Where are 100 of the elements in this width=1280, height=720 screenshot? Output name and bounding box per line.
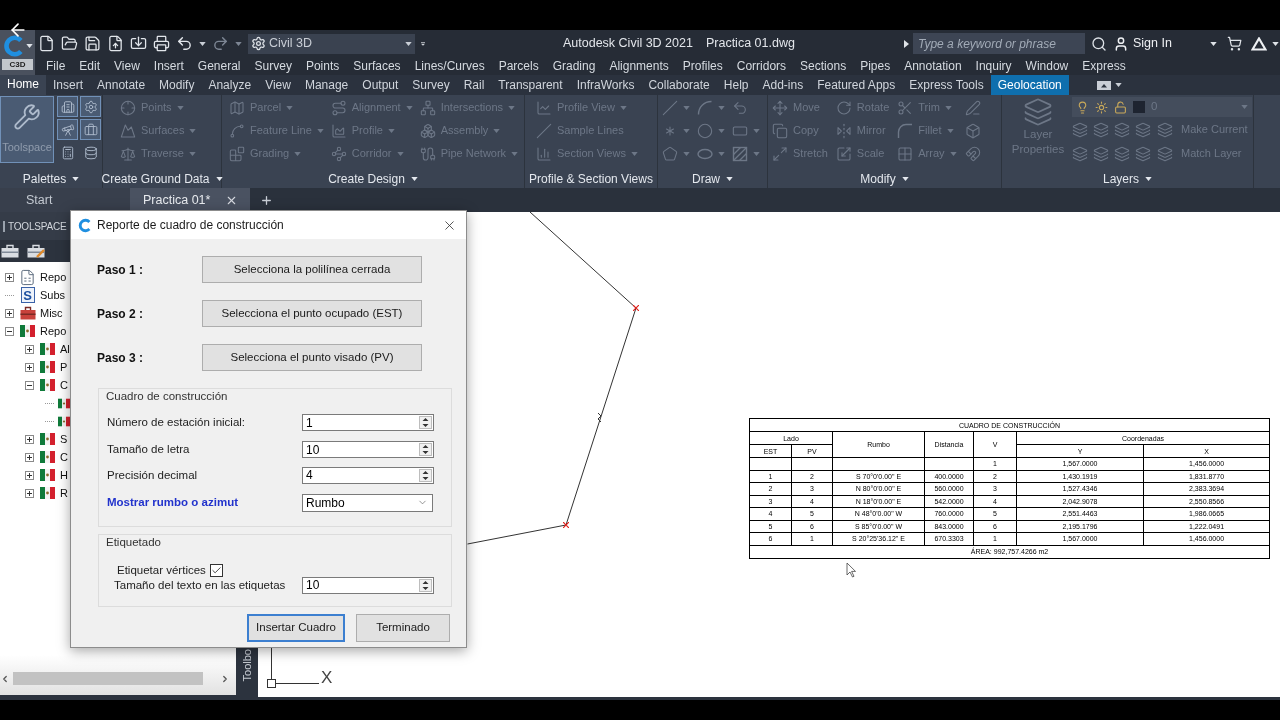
dialog-button[interactable]: Terminado bbox=[356, 614, 450, 642]
menu-item[interactable]: Express bbox=[1082, 58, 1126, 74]
menu-item[interactable]: Alignments bbox=[609, 58, 669, 74]
number-field[interactable]: 4 bbox=[302, 466, 434, 484]
file-tab[interactable]: Start bbox=[0, 188, 130, 212]
plus-box-icon[interactable] bbox=[4, 272, 14, 282]
scroll-right-icon[interactable] bbox=[220, 673, 230, 684]
toolbox-icon[interactable] bbox=[1, 244, 19, 258]
plus-box-icon[interactable] bbox=[24, 362, 34, 372]
panel-title-button[interactable]: Palettes bbox=[22, 170, 80, 188]
number-field[interactable]: 10 bbox=[302, 576, 434, 594]
tree-item[interactable]: Repo bbox=[40, 322, 67, 340]
palette-toggle[interactable] bbox=[57, 96, 78, 117]
menu-item[interactable]: Profiles bbox=[682, 58, 723, 74]
tree-item[interactable]: S bbox=[60, 430, 68, 448]
menu-item[interactable]: Window bbox=[1025, 58, 1069, 74]
menu-item[interactable]: View bbox=[114, 58, 140, 74]
plus-box-icon[interactable] bbox=[24, 470, 34, 480]
menu-item[interactable]: Edit bbox=[79, 58, 101, 74]
menu-item[interactable]: Insert bbox=[153, 58, 184, 74]
menu-item[interactable]: Annotation bbox=[904, 58, 962, 74]
tree-item[interactable]: C bbox=[60, 448, 68, 466]
spin-arrows-icon[interactable] bbox=[419, 443, 432, 457]
step-button[interactable]: Selecciona el punto visado (PV) bbox=[202, 344, 422, 371]
tree-item[interactable]: C bbox=[60, 376, 68, 394]
customize-menu-icon[interactable] bbox=[421, 39, 425, 48]
ribbon-tab[interactable]: Output bbox=[355, 75, 406, 95]
number-field[interactable]: 10 bbox=[302, 441, 434, 459]
toolbox-pencil-icon[interactable] bbox=[27, 244, 45, 258]
ribbon-tab[interactable]: View bbox=[258, 75, 298, 95]
menu-item[interactable]: Lines/Curves bbox=[414, 58, 485, 74]
ribbon-tab[interactable]: InfraWorks bbox=[569, 75, 642, 95]
ribbon-tab[interactable]: Collaborate bbox=[641, 75, 717, 95]
ribbon-tab[interactable]: Home bbox=[0, 75, 46, 95]
menu-item[interactable]: Surfaces bbox=[353, 58, 401, 74]
palette-toggle[interactable] bbox=[80, 119, 101, 140]
menu-item[interactable]: Corridors bbox=[736, 58, 787, 74]
file-tab[interactable]: Practica 01* bbox=[130, 188, 250, 212]
spin-arrows-icon[interactable] bbox=[419, 416, 432, 430]
tree-item[interactable]: R bbox=[60, 484, 68, 502]
plus-box-icon[interactable] bbox=[24, 344, 34, 354]
spin-arrows-icon[interactable] bbox=[419, 578, 432, 592]
tree-item[interactable]: Al bbox=[60, 340, 70, 358]
plus-box-icon[interactable] bbox=[24, 434, 34, 444]
step-button[interactable]: Selecciona el punto ocupado (EST) bbox=[202, 300, 422, 327]
ribbon-tab[interactable]: Express Tools bbox=[902, 75, 991, 95]
workspace-dropdown[interactable]: Civil 3D bbox=[248, 33, 415, 54]
menu-item[interactable]: Survey bbox=[254, 58, 292, 74]
tree-item[interactable]: H bbox=[60, 466, 68, 484]
ribbon-tab[interactable]: Featured Apps bbox=[810, 75, 903, 95]
ribbon-tab[interactable]: Survey bbox=[405, 75, 457, 95]
search-icon[interactable] bbox=[1091, 35, 1107, 52]
redo-icon[interactable] bbox=[212, 35, 229, 52]
menu-item[interactable]: General bbox=[197, 58, 241, 74]
ribbon-tab[interactable]: Insert bbox=[46, 75, 91, 95]
menu-item[interactable]: Sections bbox=[800, 58, 847, 74]
tree-item[interactable]: Misc bbox=[40, 304, 63, 322]
palette-toggle[interactable] bbox=[57, 119, 78, 140]
ribbon-tab[interactable]: Analyze bbox=[201, 75, 259, 95]
tree-item[interactable]: Subs bbox=[40, 286, 66, 304]
minus-box-icon[interactable] bbox=[24, 380, 34, 390]
menu-item[interactable]: Inquiry bbox=[975, 58, 1012, 74]
menu-item[interactable]: File bbox=[46, 58, 66, 74]
menu-item[interactable]: Grading bbox=[552, 58, 596, 74]
ribbon-tab[interactable]: Rail bbox=[456, 75, 492, 95]
sign-in-button[interactable]: Sign In bbox=[1133, 34, 1172, 53]
minus-box-icon[interactable] bbox=[4, 326, 14, 336]
undo-icon[interactable] bbox=[176, 35, 193, 52]
ribbon-tab[interactable]: Transparent bbox=[491, 75, 570, 95]
ribbon-tab[interactable]: Geolocation bbox=[990, 75, 1069, 95]
menu-item[interactable]: Pipes bbox=[860, 58, 891, 74]
step-button[interactable]: Selecciona la polilínea cerrada bbox=[202, 256, 422, 283]
toolbox-tab[interactable]: Toolbo bbox=[236, 647, 258, 700]
scroll-left-icon[interactable] bbox=[0, 673, 10, 684]
user-icon[interactable] bbox=[1113, 35, 1129, 52]
ribbon-tab[interactable]: Manage bbox=[297, 75, 356, 95]
expand-arrow-icon[interactable] bbox=[904, 39, 909, 48]
panel-toggle-icon[interactable] bbox=[1096, 80, 1111, 90]
number-field[interactable]: 1 bbox=[302, 414, 434, 432]
checkbox[interactable] bbox=[209, 563, 223, 577]
dialog-button[interactable]: Insertar Cuadro bbox=[247, 614, 345, 642]
menu-item[interactable]: Points bbox=[305, 58, 340, 74]
ribbon-tab[interactable]: Add-ins bbox=[755, 75, 811, 95]
plus-icon[interactable] bbox=[260, 193, 273, 207]
plus-box-icon[interactable] bbox=[24, 452, 34, 462]
dropdown-field[interactable]: Rumbo bbox=[302, 493, 433, 512]
spin-arrows-icon[interactable] bbox=[419, 468, 432, 482]
ribbon-tab[interactable]: Modify bbox=[152, 75, 202, 95]
ribbon-tab[interactable]: Help bbox=[716, 75, 756, 95]
app-menu-button[interactable]: C3D bbox=[0, 30, 35, 75]
file-upload-icon[interactable] bbox=[107, 35, 124, 52]
plus-box-icon[interactable] bbox=[4, 308, 14, 318]
palette-toggle[interactable] bbox=[80, 96, 101, 117]
menu-item[interactable]: Parcels bbox=[498, 58, 539, 74]
import-icon[interactable] bbox=[130, 35, 147, 52]
search-field[interactable]: Type a keyword or phrase bbox=[913, 33, 1085, 54]
plus-box-icon[interactable] bbox=[24, 488, 34, 498]
tree-item[interactable]: Repo bbox=[40, 268, 67, 286]
save-icon[interactable] bbox=[84, 35, 101, 52]
open-folder-icon[interactable] bbox=[61, 35, 78, 52]
